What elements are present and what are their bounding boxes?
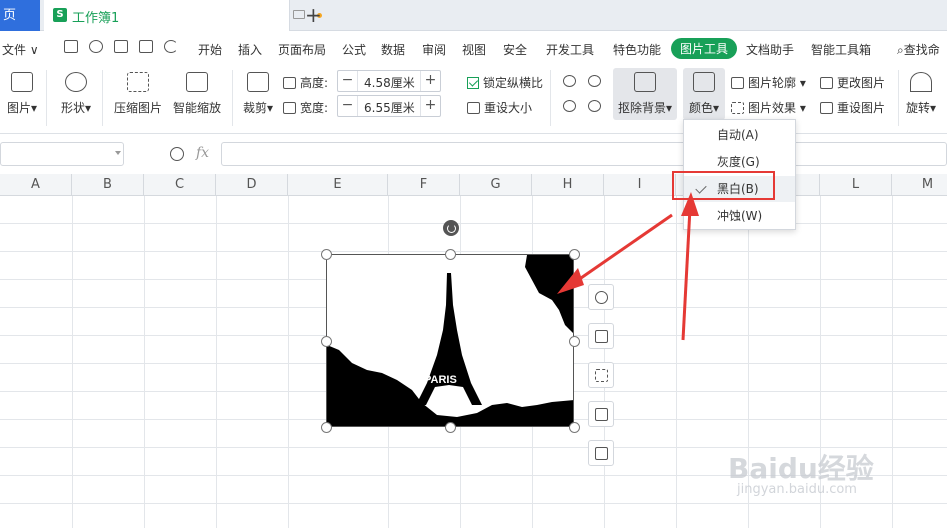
watermark-logo: Baidu经验 bbox=[728, 452, 874, 485]
watermark-url: jingyan.baidu.com bbox=[737, 482, 857, 497]
